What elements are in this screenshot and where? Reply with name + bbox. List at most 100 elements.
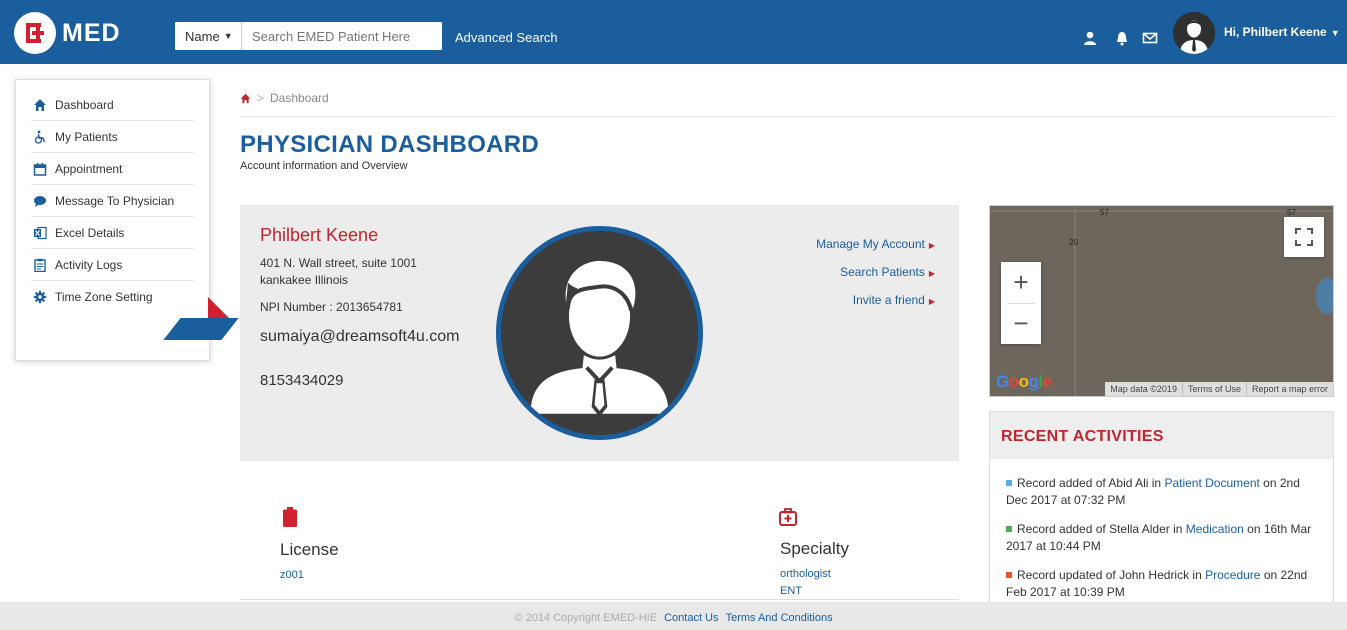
excel-icon xyxy=(34,226,47,239)
sidebar-item-label: Dashboard xyxy=(55,97,114,112)
sidebar-item-label: Time Zone Setting xyxy=(55,290,153,304)
activity-bullet xyxy=(1006,480,1012,486)
advanced-search-link[interactable]: Advanced Search xyxy=(455,30,558,45)
gear-icon xyxy=(33,290,47,304)
specialty-title: Specialty xyxy=(780,539,849,558)
map-data-label: Map data ©2019 xyxy=(1110,384,1177,394)
sidebar-menu: Dashboard My Patients Appointment Messag… xyxy=(16,80,209,313)
clipboard-icon xyxy=(34,258,46,272)
emed-logo-mark xyxy=(14,12,56,54)
caret-right-icon: ▶ xyxy=(928,297,935,306)
patient-search-input[interactable] xyxy=(242,22,442,50)
emed-logo[interactable]: MED xyxy=(14,12,121,54)
profile-photo xyxy=(496,226,703,440)
map-fullscreen-button[interactable] xyxy=(1284,217,1324,257)
zoom-out-button[interactable]: − xyxy=(1001,303,1041,344)
link-label: Invite a friend xyxy=(852,293,925,307)
map-terms-link[interactable]: Terms of Use xyxy=(1181,382,1246,396)
user-avatar[interactable] xyxy=(1173,12,1215,54)
emed-cross-icon xyxy=(26,23,44,43)
sidebar-item-label: Appointment xyxy=(55,161,123,176)
profile-email: sumaiya@dreamsoft4u.com xyxy=(260,328,460,345)
map-report-error-link[interactable]: Report a map error xyxy=(1245,382,1333,396)
sidebar-item-excel-details[interactable]: Excel Details xyxy=(31,217,194,249)
page-title: PHYSICIAN DASHBOARD xyxy=(240,131,540,158)
map-attribution: Map data ©2019 Terms of Use Report a map… xyxy=(1105,382,1333,396)
wheelchair-icon xyxy=(34,130,46,144)
sidebar-item-time-zone-setting[interactable]: Time Zone Setting xyxy=(31,281,194,313)
sidebar-item-my-patients[interactable]: My Patients xyxy=(31,121,194,153)
map-road xyxy=(990,210,1333,212)
map-road xyxy=(1074,206,1076,396)
profile-phone: 8153434029 xyxy=(260,372,344,389)
user-greeting: Hi, Philbert Keene xyxy=(1224,25,1327,39)
page-subtitle: Account information and Overview xyxy=(240,160,408,172)
breadcrumb-current: Dashboard xyxy=(270,91,329,105)
activity-text: Record added of Abid Ali in xyxy=(1017,476,1165,490)
license-battery-icon xyxy=(283,507,297,527)
activity-link[interactable]: Procedure xyxy=(1205,568,1260,582)
profile-address-line2: kankakee Illinois xyxy=(260,273,349,287)
activity-item: Record added of Abid Ali in Patient Docu… xyxy=(990,475,1333,509)
profile-name: Philbert Keene xyxy=(260,225,379,245)
sidebar-item-activity-logs[interactable]: Activity Logs xyxy=(31,249,194,281)
calendar-icon xyxy=(33,162,47,176)
zoom-in-button[interactable]: + xyxy=(1001,262,1041,303)
avatar-person-icon xyxy=(1173,12,1215,54)
activity-text: Record updated of John Hedrick in xyxy=(1017,568,1206,582)
map-zoom-controls: + − xyxy=(1001,262,1041,344)
activity-bullet xyxy=(1006,572,1012,578)
home-icon xyxy=(34,98,46,111)
activity-link[interactable]: Medication xyxy=(1186,522,1244,536)
caret-down-icon: ▼ xyxy=(223,31,233,41)
google-logo: Google xyxy=(996,372,1052,391)
google-map[interactable]: 57 57 20 + − Google Map data ©2019 Terms… xyxy=(989,205,1334,397)
user-icon[interactable] xyxy=(1082,30,1098,46)
breadcrumb: > Dashboard xyxy=(240,91,329,105)
map-road-label: 57 xyxy=(1100,208,1109,217)
invite-friend-link[interactable]: Invite a friend ▶ xyxy=(816,293,935,307)
sidebar-item-appointment[interactable]: Appointment xyxy=(31,153,194,185)
search-type-label: Name xyxy=(185,28,220,44)
specialty-value: ENT xyxy=(780,585,802,597)
medical-kit-icon xyxy=(779,508,797,526)
user-menu-toggle[interactable]: Hi, Philbert Keene ▼ xyxy=(1224,25,1340,39)
breadcrumb-separator: > xyxy=(257,91,265,105)
top-navbar: MED Name ▼ Advanced Search Hi, Philbert … xyxy=(0,0,1347,64)
search-patients-link[interactable]: Search Patients ▶ xyxy=(816,265,935,279)
caret-down-icon: ▼ xyxy=(1330,28,1340,38)
activity-item: Record added of Stella Alder in Medicati… xyxy=(990,521,1333,555)
sidebar-ribbon-red xyxy=(208,297,230,319)
search-type-select[interactable]: Name ▼ xyxy=(175,22,242,50)
bell-icon[interactable] xyxy=(1114,30,1130,46)
caret-right-icon: ▶ xyxy=(928,269,935,278)
profile-links: Manage My Account ▶ Search Patients ▶ Invi… xyxy=(816,237,935,321)
specialty-value: orthologist xyxy=(780,568,831,580)
map-road-label: 20 xyxy=(1069,238,1078,247)
link-label: Manage My Account xyxy=(816,237,925,251)
envelope-icon[interactable] xyxy=(1142,30,1158,46)
profile-card: Philbert Keene 401 N. Wall street, suite… xyxy=(240,205,959,461)
activity-link[interactable]: Patient Document xyxy=(1164,476,1259,490)
map-water xyxy=(1316,278,1333,314)
terms-link[interactable]: Terms And Conditions xyxy=(726,612,833,624)
contact-us-link[interactable]: Contact Us xyxy=(664,612,718,624)
chat-icon xyxy=(34,195,46,207)
manage-account-link[interactable]: Manage My Account ▶ xyxy=(816,237,935,251)
link-label: Search Patients xyxy=(840,265,925,279)
activity-item: Record updated of John Hedrick in Proced… xyxy=(990,567,1333,601)
recent-activities-panel: RECENT ACTIVITIES Record added of Abid A… xyxy=(989,411,1334,611)
physician-avatar-icon xyxy=(501,231,698,435)
sidebar-item-message-to-physician[interactable]: Message To Physician xyxy=(31,185,194,217)
fullscreen-icon xyxy=(1295,228,1313,246)
home-icon[interactable] xyxy=(240,93,251,104)
caret-right-icon: ▶ xyxy=(928,241,935,250)
content-divider xyxy=(240,599,959,600)
activity-bullet xyxy=(1006,526,1012,532)
profile-npi: NPI Number : 2013654781 xyxy=(260,300,403,314)
map-road-label: 57 xyxy=(1287,208,1296,217)
footer-copyright: © 2014 Copyright EMED-HIE xyxy=(514,612,658,624)
sidebar-item-label: Message To Physician xyxy=(55,193,175,208)
sidebar-item-dashboard[interactable]: Dashboard xyxy=(31,89,194,121)
activity-text: Record added of Stella Alder in xyxy=(1017,522,1186,536)
